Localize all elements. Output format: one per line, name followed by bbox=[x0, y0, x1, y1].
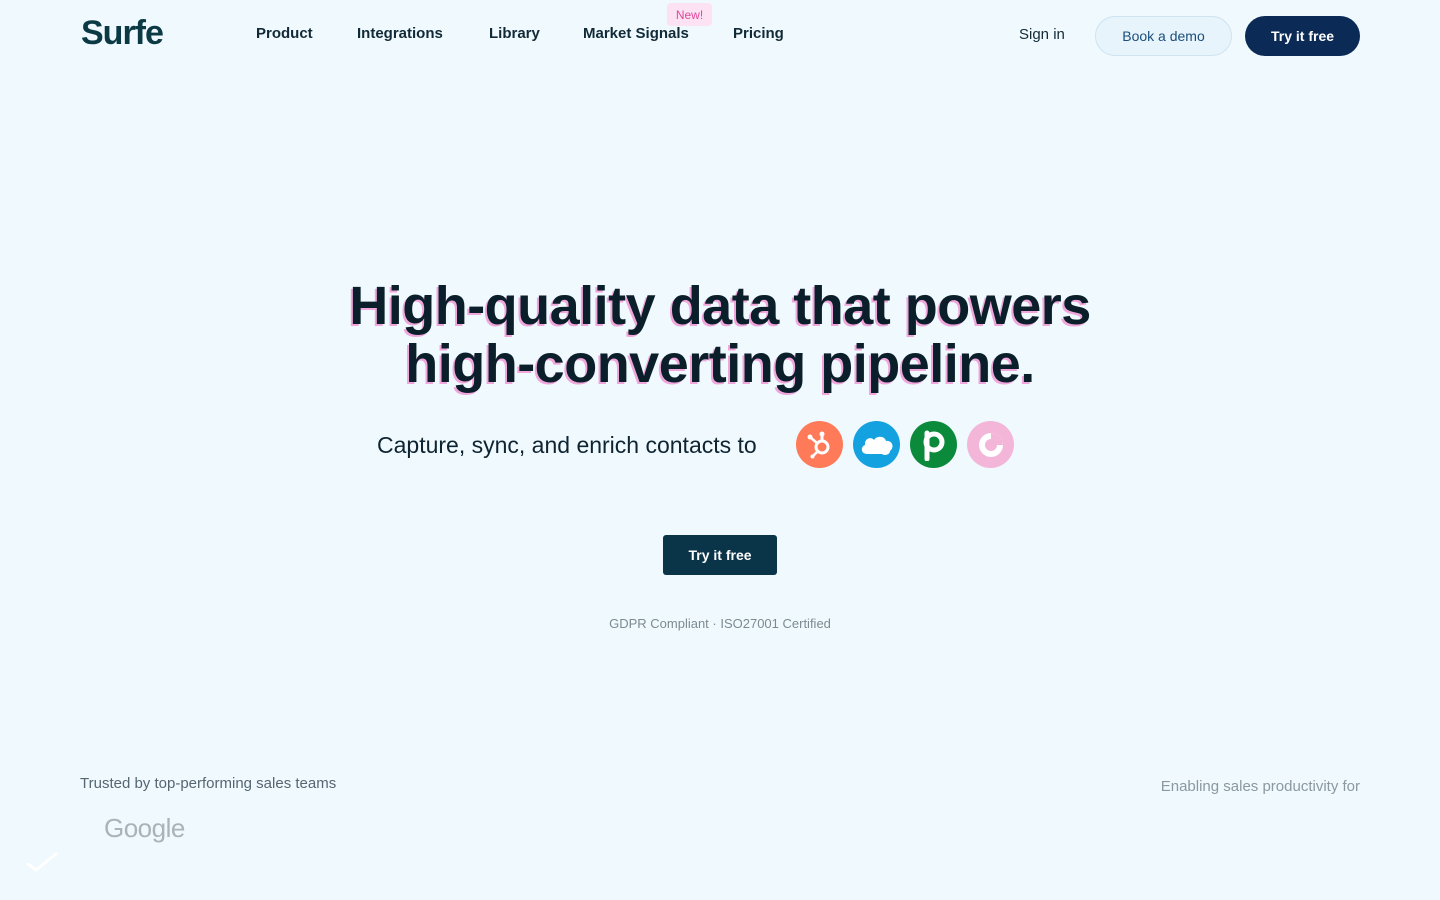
compliance-text: GDPR Compliant · ISO27001 Certified bbox=[609, 616, 831, 631]
new-badge: New! bbox=[667, 3, 712, 26]
crm-icon-row bbox=[796, 421, 1014, 468]
book-demo-button[interactable]: Book a demo bbox=[1095, 16, 1232, 56]
pipedrive-icon bbox=[910, 421, 957, 468]
hubspot-icon bbox=[796, 421, 843, 468]
nav-product[interactable]: Product bbox=[256, 25, 313, 42]
nav-integrations[interactable]: Integrations bbox=[357, 25, 443, 42]
trusted-by-text: Trusted by top-performing sales teams bbox=[80, 775, 337, 792]
hero-title: High-quality data that powers high-conve… bbox=[0, 277, 1440, 393]
google-logo: Google bbox=[104, 813, 185, 843]
site-header: Surfe Product Integrations Library New! … bbox=[0, 0, 1440, 72]
nav-pricing[interactable]: Pricing bbox=[733, 25, 784, 42]
surfe-logo[interactable]: Surfe bbox=[81, 14, 164, 53]
copper-icon bbox=[967, 421, 1014, 468]
hero-subtitle: Capture, sync, and enrich contacts to bbox=[377, 432, 757, 458]
hero-title-line1: High-quality data that powers bbox=[349, 276, 1091, 336]
hero-title-line2: high-converting pipeline. bbox=[405, 334, 1035, 394]
nav-library[interactable]: Library bbox=[489, 25, 540, 42]
try-free-hero-button[interactable]: Try it free bbox=[663, 535, 777, 575]
check-icon bbox=[26, 852, 58, 877]
salesforce-icon bbox=[853, 421, 900, 468]
sign-in-link[interactable]: Sign in bbox=[1019, 26, 1065, 43]
nav-market-signals[interactable]: Market Signals bbox=[583, 25, 689, 42]
enabling-text: Enabling sales productivity for bbox=[1160, 778, 1360, 795]
try-free-nav-button[interactable]: Try it free bbox=[1245, 16, 1360, 56]
